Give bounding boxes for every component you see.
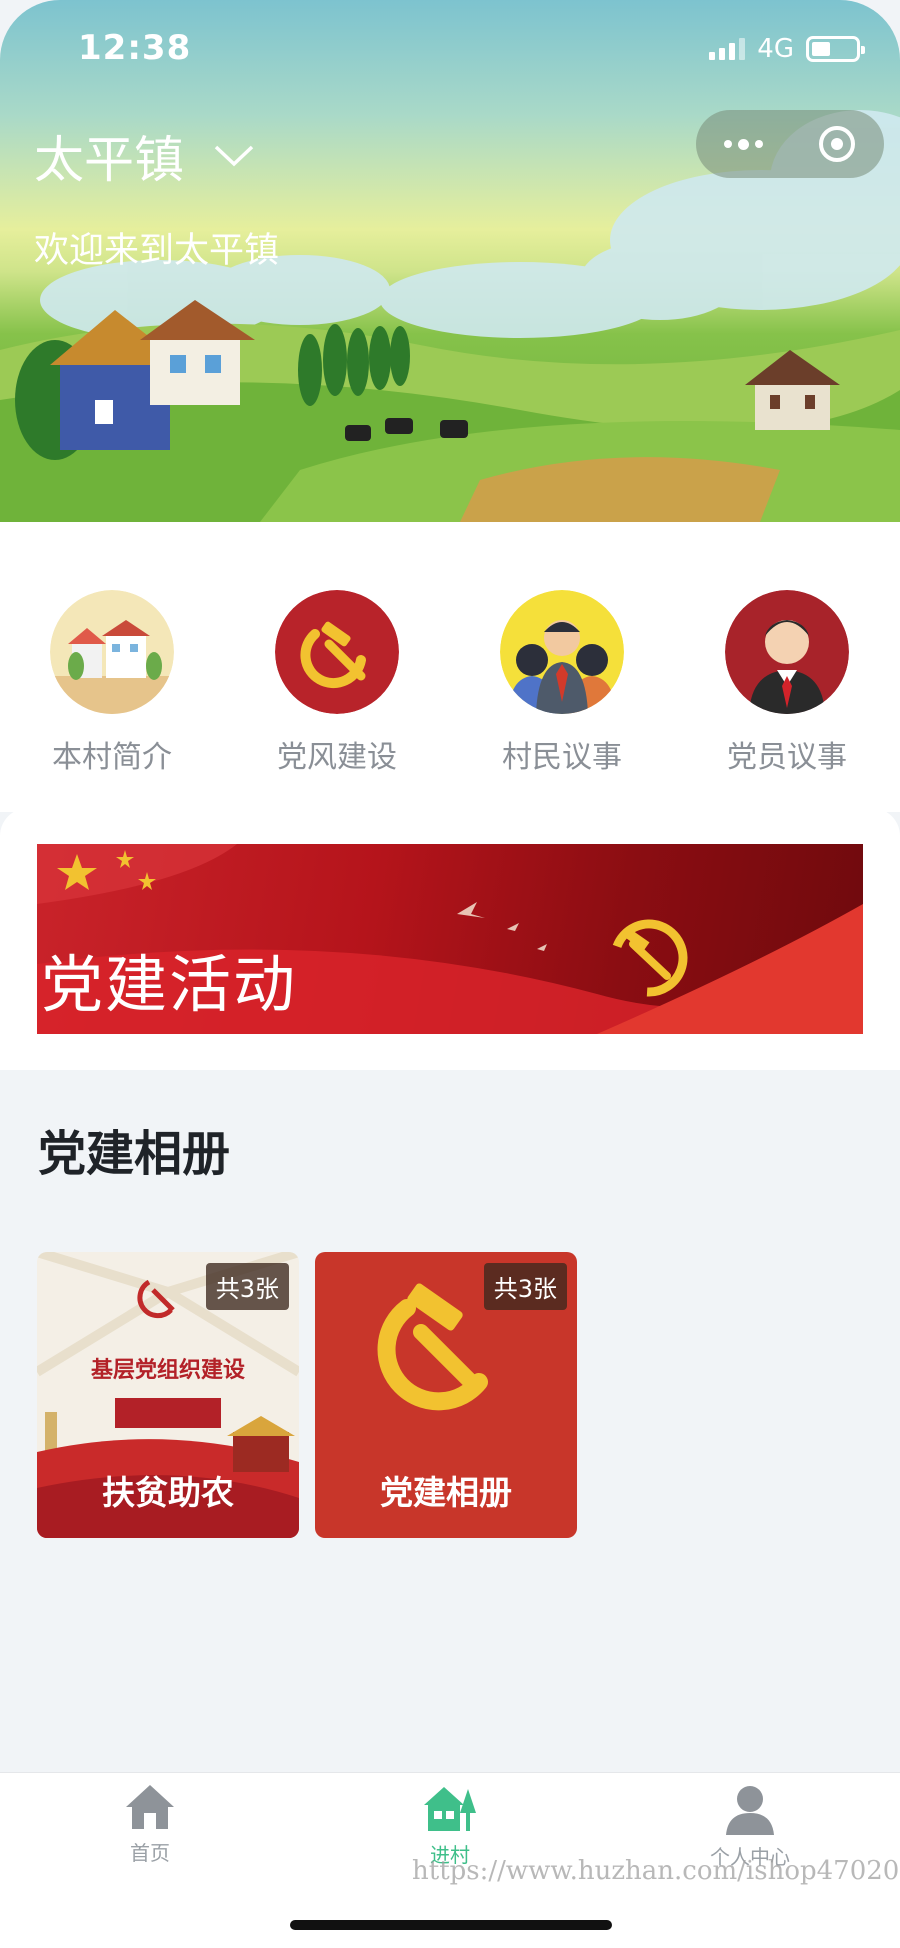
party-member-icon — [725, 590, 849, 714]
watermark-text: https://www.huzhan.com/ishop47020 — [412, 1856, 900, 1886]
quick-nav-item-party-style[interactable]: 党风建设 — [257, 590, 417, 776]
status-time: 12:38 — [78, 28, 192, 68]
target-close-icon — [819, 126, 855, 162]
quick-nav-item-villager-affairs[interactable]: 村民议事 — [482, 590, 642, 776]
photo-count-badge: 共3张 — [205, 1263, 289, 1310]
album-section-title: 党建相册 — [38, 1126, 231, 1182]
hero-banner: 12:38 4G 太平镇 欢迎来到太平镇 — [0, 0, 900, 522]
status-icons: 4G — [709, 34, 865, 64]
home-icon — [126, 1785, 174, 1829]
quick-nav-label: 本村简介 — [52, 740, 172, 775]
town-name: 太平镇 — [34, 131, 184, 189]
more-dots-icon — [723, 138, 763, 150]
chevron-down-icon — [214, 145, 254, 167]
user-icon — [726, 1786, 774, 1835]
quick-nav-label: 党员议事 — [727, 740, 847, 775]
quick-nav-item-member-affairs[interactable]: 党员议事 — [707, 590, 867, 776]
tab-label: 首页 — [130, 1841, 170, 1865]
quick-nav: 本村简介 党风建设 村民议事 党员议事 — [0, 522, 900, 812]
battery-icon — [806, 36, 865, 62]
tab-home[interactable]: 首页 — [70, 1783, 230, 1866]
party-emblem-icon — [275, 590, 399, 714]
album-card-poverty-relief[interactable]: 基层党组织建设 共3张 扶贫助农 — [37, 1252, 299, 1538]
poster-caption: 基层党组织建设 — [90, 1357, 245, 1383]
quick-nav-item-village-intro[interactable]: 本村简介 — [32, 590, 192, 776]
miniprogram-capsule — [696, 110, 884, 178]
village-tab-icon — [424, 1787, 476, 1831]
network-type: 4G — [757, 34, 794, 64]
quick-nav-label: 村民议事 — [502, 740, 622, 775]
album-card-party-album[interactable]: 共3张 党建相册 — [315, 1252, 577, 1538]
villagers-icon — [500, 590, 624, 714]
home-indicator[interactable] — [290, 1920, 612, 1930]
town-selector[interactable]: 太平镇 — [34, 120, 254, 192]
more-button[interactable] — [696, 110, 790, 178]
photo-count-badge: 共3张 — [483, 1263, 567, 1310]
party-activity-banner[interactable]: 党建活动 — [37, 844, 863, 1034]
album-card-name: 党建相册 — [380, 1473, 512, 1512]
album-card-name: 扶贫助农 — [102, 1473, 234, 1512]
village-icon — [50, 590, 174, 714]
close-miniprogram-button[interactable] — [790, 110, 884, 178]
welcome-text: 欢迎来到太平镇 — [34, 231, 280, 271]
banner-title: 党建活动 — [41, 948, 298, 1021]
activity-banner-section: 党建活动 — [0, 808, 900, 1070]
quick-nav-label: 党风建设 — [277, 740, 397, 775]
signal-icon — [709, 38, 746, 60]
